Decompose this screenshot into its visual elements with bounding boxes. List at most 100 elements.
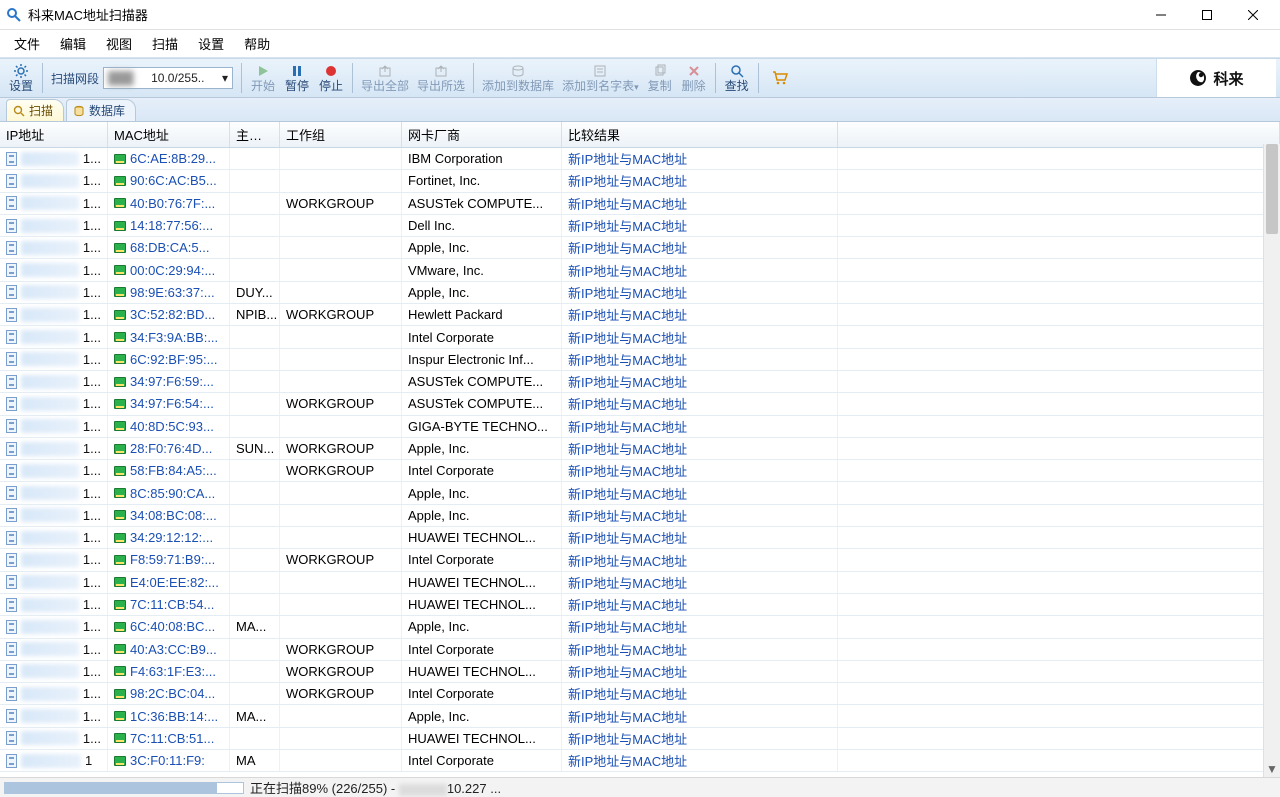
vertical-scrollbar[interactable]: ▼ (1263, 144, 1280, 777)
table-row[interactable]: 1...14:18:77:56:...Dell Inc.新IP地址与MAC地址 (0, 215, 1280, 237)
cell-mac: F8:59:71:B9:... (108, 549, 230, 570)
toolbar-settings[interactable]: 设置 (4, 59, 38, 97)
nic-icon (114, 577, 126, 587)
ip-icon (6, 598, 17, 612)
cell-mac: 6C:AE:8B:29... (108, 148, 230, 169)
table-row[interactable]: 1...34:97:F6:54:...WORKGROUPASUSTek COMP… (0, 393, 1280, 415)
table-row[interactable]: 13C:F0:11:F9:MAIntel Corporate新IP地址与MAC地… (0, 750, 1280, 772)
cell-workgroup (280, 282, 402, 303)
close-button[interactable] (1230, 0, 1276, 30)
cell-mac: 34:F3:9A:BB:... (108, 326, 230, 347)
cell-spacer (838, 237, 1280, 258)
col-mac[interactable]: MAC地址 (108, 122, 230, 147)
ip-icon (6, 464, 17, 478)
menu-help[interactable]: 帮助 (234, 30, 280, 57)
col-workgroup[interactable]: 工作组 (280, 122, 402, 147)
cell-host: MA... (230, 705, 280, 726)
titlebar: 科来MAC地址扫描器 (0, 0, 1280, 30)
cell-vendor: ASUSTek COMPUTE... (402, 371, 562, 392)
tab-scan[interactable]: 扫描 (6, 99, 64, 121)
table-row[interactable]: 1...34:F3:9A:BB:...Intel Corporate新IP地址与… (0, 326, 1280, 348)
toolbar-export-all[interactable]: 导出全部 (357, 59, 413, 97)
toolbar-delete[interactable]: 删除 (677, 59, 711, 97)
cell-mac: 14:18:77:56:... (108, 215, 230, 236)
table-row[interactable]: 1...1C:36:BB:14:...MA...Apple, Inc.新IP地址… (0, 705, 1280, 727)
toolbar-pause[interactable]: 暂停 (280, 59, 314, 97)
toolbar-export-selected[interactable]: 导出所选 (413, 59, 469, 97)
cell-compare: 新IP地址与MAC地址 (562, 170, 838, 191)
table-row[interactable]: 1...98:2C:BC:04...WORKGROUPIntel Corpora… (0, 683, 1280, 705)
table-row[interactable]: 1...8C:85:90:CA...Apple, Inc.新IP地址与MAC地址 (0, 482, 1280, 504)
cell-mac: 8C:85:90:CA... (108, 482, 230, 503)
ip-icon (6, 508, 17, 522)
tab-database[interactable]: 数据库 (66, 99, 136, 121)
cell-spacer (838, 326, 1280, 347)
results-grid: IP地址 MAC地址 主机名 工作组 网卡厂商 比较结果 1...6C:AE:8… (0, 122, 1280, 777)
table-row[interactable]: 1...68:DB:CA:5...Apple, Inc.新IP地址与MAC地址 (0, 237, 1280, 259)
cell-host (230, 527, 280, 548)
menu-view[interactable]: 视图 (96, 30, 142, 57)
minimize-button[interactable] (1138, 0, 1184, 30)
table-row[interactable]: 1...3C:52:82:BD...NPIB...WORKGROUPHewlet… (0, 304, 1280, 326)
table-row[interactable]: 1...28:F0:76:4D...SUN...WORKGROUPApple, … (0, 438, 1280, 460)
cell-compare: 新IP地址与MAC地址 (562, 438, 838, 459)
grid-body[interactable]: 1...6C:AE:8B:29...IBM Corporation新IP地址与M… (0, 148, 1280, 777)
cell-workgroup (280, 349, 402, 370)
table-row[interactable]: 1...98:9E:63:37:...DUY...Apple, Inc.新IP地… (0, 282, 1280, 304)
cell-ip: 1... (0, 148, 108, 169)
menu-scan[interactable]: 扫描 (142, 30, 188, 57)
table-row[interactable]: 1...7C:11:CB:54...HUAWEI TECHNOL...新IP地址… (0, 594, 1280, 616)
table-row[interactable]: 1...F4:63:1F:E3:...WORKGROUPHUAWEI TECHN… (0, 661, 1280, 683)
cell-vendor: GIGA-BYTE TECHNO... (402, 416, 562, 437)
cell-vendor: Apple, Inc. (402, 482, 562, 503)
table-row[interactable]: 1...58:FB:84:A5:...WORKGROUPIntel Corpor… (0, 460, 1280, 482)
menu-edit[interactable]: 编辑 (50, 30, 96, 57)
table-row[interactable]: 1...6C:AE:8B:29...IBM Corporation新IP地址与M… (0, 148, 1280, 170)
menu-file[interactable]: 文件 (4, 30, 50, 57)
cell-compare: 新IP地址与MAC地址 (562, 393, 838, 414)
table-row[interactable]: 1...6C:92:BF:95:...Inspur Electronic Inf… (0, 349, 1280, 371)
col-vendor[interactable]: 网卡厂商 (402, 122, 562, 147)
tab-database-label: 数据库 (89, 102, 125, 119)
table-row[interactable]: 1...00:0C:29:94:...VMware, Inc.新IP地址与MAC… (0, 259, 1280, 281)
table-row[interactable]: 1...7C:11:CB:51...HUAWEI TECHNOL...新IP地址… (0, 728, 1280, 750)
toolbar-start[interactable]: 开始 (246, 59, 280, 97)
progress-bar (4, 782, 244, 794)
table-row[interactable]: 1...40:B0:76:7F:...WORKGROUPASUSTek COMP… (0, 193, 1280, 215)
cell-host (230, 661, 280, 682)
table-row[interactable]: 1...6C:40:08:BC...MA...Apple, Inc.新IP地址与… (0, 616, 1280, 638)
ip-icon (6, 263, 17, 277)
table-row[interactable]: 1...34:97:F6:59:...ASUSTek COMPUTE...新IP… (0, 371, 1280, 393)
table-row[interactable]: 1...90:6C:AC:B5...Fortinet, Inc.新IP地址与MA… (0, 170, 1280, 192)
toolbar-cart[interactable] (763, 59, 797, 97)
ip-icon (6, 219, 17, 233)
table-row[interactable]: 1...34:08:BC:08:...Apple, Inc.新IP地址与MAC地… (0, 505, 1280, 527)
col-ip[interactable]: IP地址 (0, 122, 108, 147)
table-row[interactable]: 1...40:A3:CC:B9...WORKGROUPIntel Corpora… (0, 639, 1280, 661)
cell-host (230, 549, 280, 570)
toolbar-copy[interactable]: 复制 (643, 59, 677, 97)
toolbar-stop[interactable]: 停止 (314, 59, 348, 97)
table-row[interactable]: 1...40:8D:5C:93...GIGA-BYTE TECHNO...新IP… (0, 416, 1280, 438)
table-row[interactable]: 1...E4:0E:EE:82:...HUAWEI TECHNOL...新IP地… (0, 572, 1280, 594)
toolbar-add-to-db[interactable]: 添加到数据库 (478, 59, 558, 97)
cell-workgroup: WORKGROUP (280, 438, 402, 459)
scroll-down-icon[interactable]: ▼ (1264, 760, 1280, 777)
range-label: 扫描网段 (51, 70, 99, 87)
table-row[interactable]: 1...34:29:12:12:...HUAWEI TECHNOL...新IP地… (0, 527, 1280, 549)
maximize-button[interactable] (1184, 0, 1230, 30)
range-combobox[interactable]: ███ 10.0/255.. ▾ (103, 67, 233, 89)
scroll-thumb[interactable] (1266, 144, 1278, 234)
nic-icon (114, 287, 126, 297)
cell-compare: 新IP地址与MAC地址 (562, 616, 838, 637)
toolbar-add-to-namelist[interactable]: 添加到名字表▾ (558, 59, 643, 97)
col-compare[interactable]: 比较结果 (562, 122, 838, 147)
cell-spacer (838, 215, 1280, 236)
status-text: 正在扫描89% (226/255) - 10.227 ... (250, 778, 501, 797)
col-host[interactable]: 主机名 (230, 122, 280, 147)
cell-compare: 新IP地址与MAC地址 (562, 594, 838, 615)
toolbar-find[interactable]: 查找 (720, 59, 754, 97)
cell-mac: F4:63:1F:E3:... (108, 661, 230, 682)
table-row[interactable]: 1...F8:59:71:B9:...WORKGROUPIntel Corpor… (0, 549, 1280, 571)
menu-settings[interactable]: 设置 (188, 30, 234, 57)
